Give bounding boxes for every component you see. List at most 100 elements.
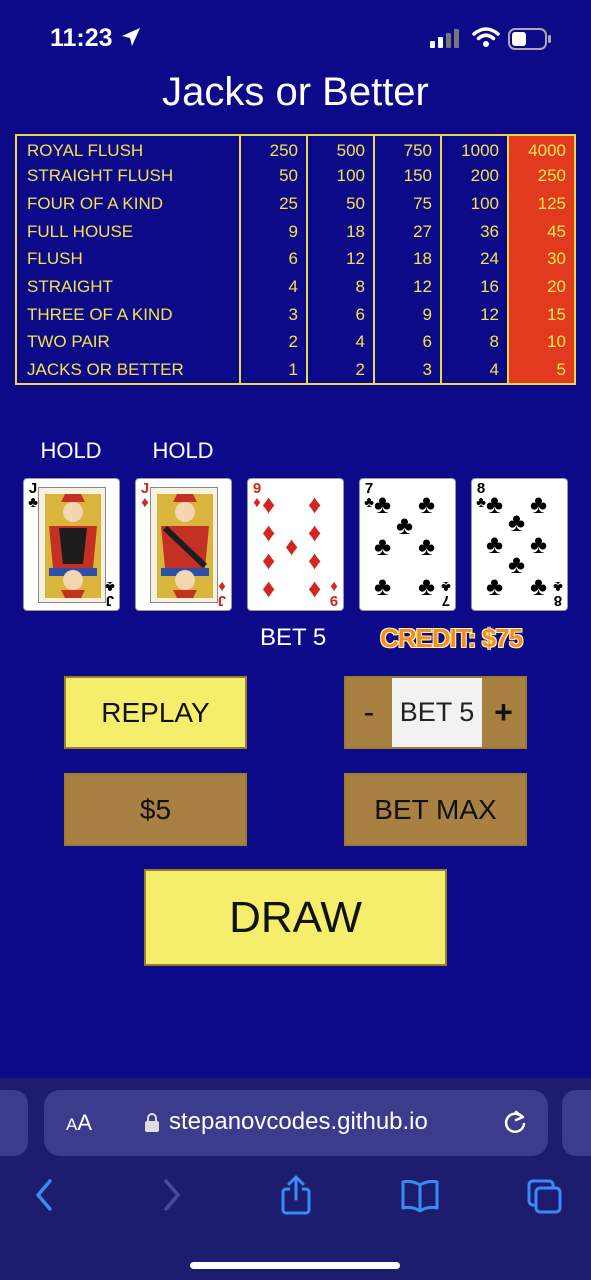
paytable-payout: 500 xyxy=(307,135,375,163)
pip: ♦ xyxy=(262,489,276,519)
cellular-signal-icon xyxy=(430,29,459,48)
paytable-payout: 4 xyxy=(441,356,509,384)
hold-label-card-1: HOLD xyxy=(40,438,102,463)
card-corner: 7 ♣ xyxy=(441,578,451,609)
card-corner: 8 ♣ xyxy=(553,578,563,609)
pip: ♦ xyxy=(262,517,276,547)
pip: ♦ xyxy=(308,545,322,575)
current-bet-label: BET 5 xyxy=(260,624,327,651)
paytable-payout: 18 xyxy=(307,217,375,246)
paytable-payout: 125 xyxy=(508,190,575,218)
paytable-payout: 12 xyxy=(441,300,509,329)
paytable-payout: 20 xyxy=(508,273,575,301)
pip: ♦ xyxy=(285,531,299,561)
pip: ♦ xyxy=(308,489,322,519)
paytable-payout: 6 xyxy=(307,300,375,329)
pip: ♣ xyxy=(486,489,504,519)
game-title: Jacks or Better xyxy=(162,70,429,114)
paytable-payout: 4 xyxy=(240,273,308,301)
paytable-payout: 1000 xyxy=(441,135,509,163)
text-size-button[interactable]: AA xyxy=(66,1110,92,1136)
paytable-row: ROYAL FLUSH 250 500 750 1000 4000 xyxy=(16,135,575,163)
paytable: ROYAL FLUSH 250 500 750 1000 4000 STRAIGHT FLU… xyxy=(15,134,576,385)
paytable-hand-name: TWO PAIR xyxy=(16,328,241,357)
card-2[interactable]: J ♦ J ♦ xyxy=(135,478,232,611)
paytable-row: FOUR OF A KIND 25 50 75 100 125 xyxy=(16,190,575,218)
replay-button[interactable]: REPLAY xyxy=(64,676,247,749)
reload-icon[interactable] xyxy=(502,1110,528,1136)
forward-icon[interactable] xyxy=(158,1175,186,1215)
paytable-payout: 4 xyxy=(307,328,375,357)
card-1[interactable]: J ♣ J ♣ xyxy=(23,478,120,611)
bet-max-button[interactable]: BET MAX xyxy=(344,773,527,846)
paytable-row: FLUSH 6 12 18 24 30 xyxy=(16,245,575,274)
paytable-payout: 9 xyxy=(374,300,442,329)
url-text: stepanovcodes.github.io xyxy=(169,1108,428,1135)
denomination-button[interactable]: $5 xyxy=(64,773,247,846)
paytable-payout: 250 xyxy=(508,162,575,191)
paytable-payout: 750 xyxy=(374,135,442,163)
paytable-row: JACKS OR BETTER 1 2 3 4 5 xyxy=(16,356,575,384)
jack-of-diamonds-face-art xyxy=(150,487,218,603)
paytable-payout: 12 xyxy=(307,245,375,274)
hold-label-card-2: HOLD xyxy=(152,438,214,463)
paytable-payout: 24 xyxy=(441,245,509,274)
paytable-payout: 25 xyxy=(240,190,308,218)
pip: ♣ xyxy=(374,489,392,519)
bet-decrease-button[interactable]: - xyxy=(346,678,392,747)
lock-icon xyxy=(145,1113,159,1132)
pip: ♣ xyxy=(486,571,504,601)
paytable-payout: 8 xyxy=(307,273,375,301)
paytable-payout: 3 xyxy=(240,300,308,329)
previous-tab-preview[interactable] xyxy=(0,1090,28,1156)
bookmarks-icon[interactable] xyxy=(400,1175,440,1215)
pip: ♣ xyxy=(508,507,526,537)
pip: ♦ xyxy=(308,517,322,547)
paytable-payout: 9 xyxy=(240,217,308,246)
pip: ♣ xyxy=(530,489,548,519)
pip: ♣ xyxy=(508,549,526,579)
location-arrow-icon xyxy=(122,28,140,46)
card-corner: J ♦ xyxy=(217,578,227,609)
paytable-row: TWO PAIR 2 4 6 8 10 xyxy=(16,328,575,357)
pip: ♦ xyxy=(262,573,276,603)
pip: ♣ xyxy=(374,571,392,601)
next-tab-preview[interactable] xyxy=(562,1090,591,1156)
paytable-payout: 18 xyxy=(374,245,442,274)
pip: ♦ xyxy=(308,573,322,603)
paytable-payout: 100 xyxy=(307,162,375,191)
card-5[interactable]: 8 ♣ ♣ ♣ ♣ ♣ ♣ ♣ ♣ ♣ 8 ♣ xyxy=(471,478,568,611)
paytable-payout: 50 xyxy=(240,162,308,191)
paytable-hand-name: FULL HOUSE xyxy=(16,217,241,246)
paytable-payout: 30 xyxy=(508,245,575,274)
paytable-payout: 12 xyxy=(374,273,442,301)
paytable-payout: 3 xyxy=(374,356,442,384)
paytable-hand-name: STRAIGHT FLUSH xyxy=(16,162,241,191)
card-4[interactable]: 7 ♣ ♣ ♣ ♣ ♣ ♣ ♣ ♣ 7 ♣ xyxy=(359,478,456,611)
pip: ♣ xyxy=(418,571,436,601)
bet-increase-button[interactable]: + xyxy=(482,678,525,747)
pip: ♣ xyxy=(530,571,548,601)
paytable-payout: 150 xyxy=(374,162,442,191)
back-icon[interactable] xyxy=(30,1175,58,1215)
bet-stepper: - BET 5 + xyxy=(344,676,527,749)
jack-of-clubs-face-art xyxy=(38,487,106,603)
card-corner: 9 ♦ xyxy=(329,578,339,609)
address-bar[interactable]: AA stepanovcodes.github.io xyxy=(44,1090,548,1156)
share-icon[interactable] xyxy=(280,1175,312,1215)
paytable-payout: 100 xyxy=(441,190,509,218)
paytable-hand-name: FOUR OF A KIND xyxy=(16,190,241,218)
paytable-hand-name: JACKS OR BETTER xyxy=(16,356,241,384)
paytable-row: STRAIGHT 4 8 12 16 20 xyxy=(16,273,575,301)
paytable-payout: 8 xyxy=(441,328,509,357)
paytable-hand-name: FLUSH xyxy=(16,245,241,274)
paytable-payout: 5 xyxy=(508,356,575,384)
status-bar: 11:23 xyxy=(0,0,591,80)
card-3[interactable]: 9 ♦ ♦ ♦ ♦ ♦ ♦ ♦ ♦ ♦ ♦ 9 ♦ xyxy=(247,478,344,611)
draw-button[interactable]: DRAW xyxy=(144,869,447,966)
tabs-icon[interactable] xyxy=(526,1175,564,1215)
pip: ♣ xyxy=(486,529,504,559)
paytable-row: STRAIGHT FLUSH 50 100 150 200 250 xyxy=(16,162,575,191)
paytable-payout: 6 xyxy=(240,245,308,274)
card-corner: J ♣ xyxy=(105,578,115,609)
